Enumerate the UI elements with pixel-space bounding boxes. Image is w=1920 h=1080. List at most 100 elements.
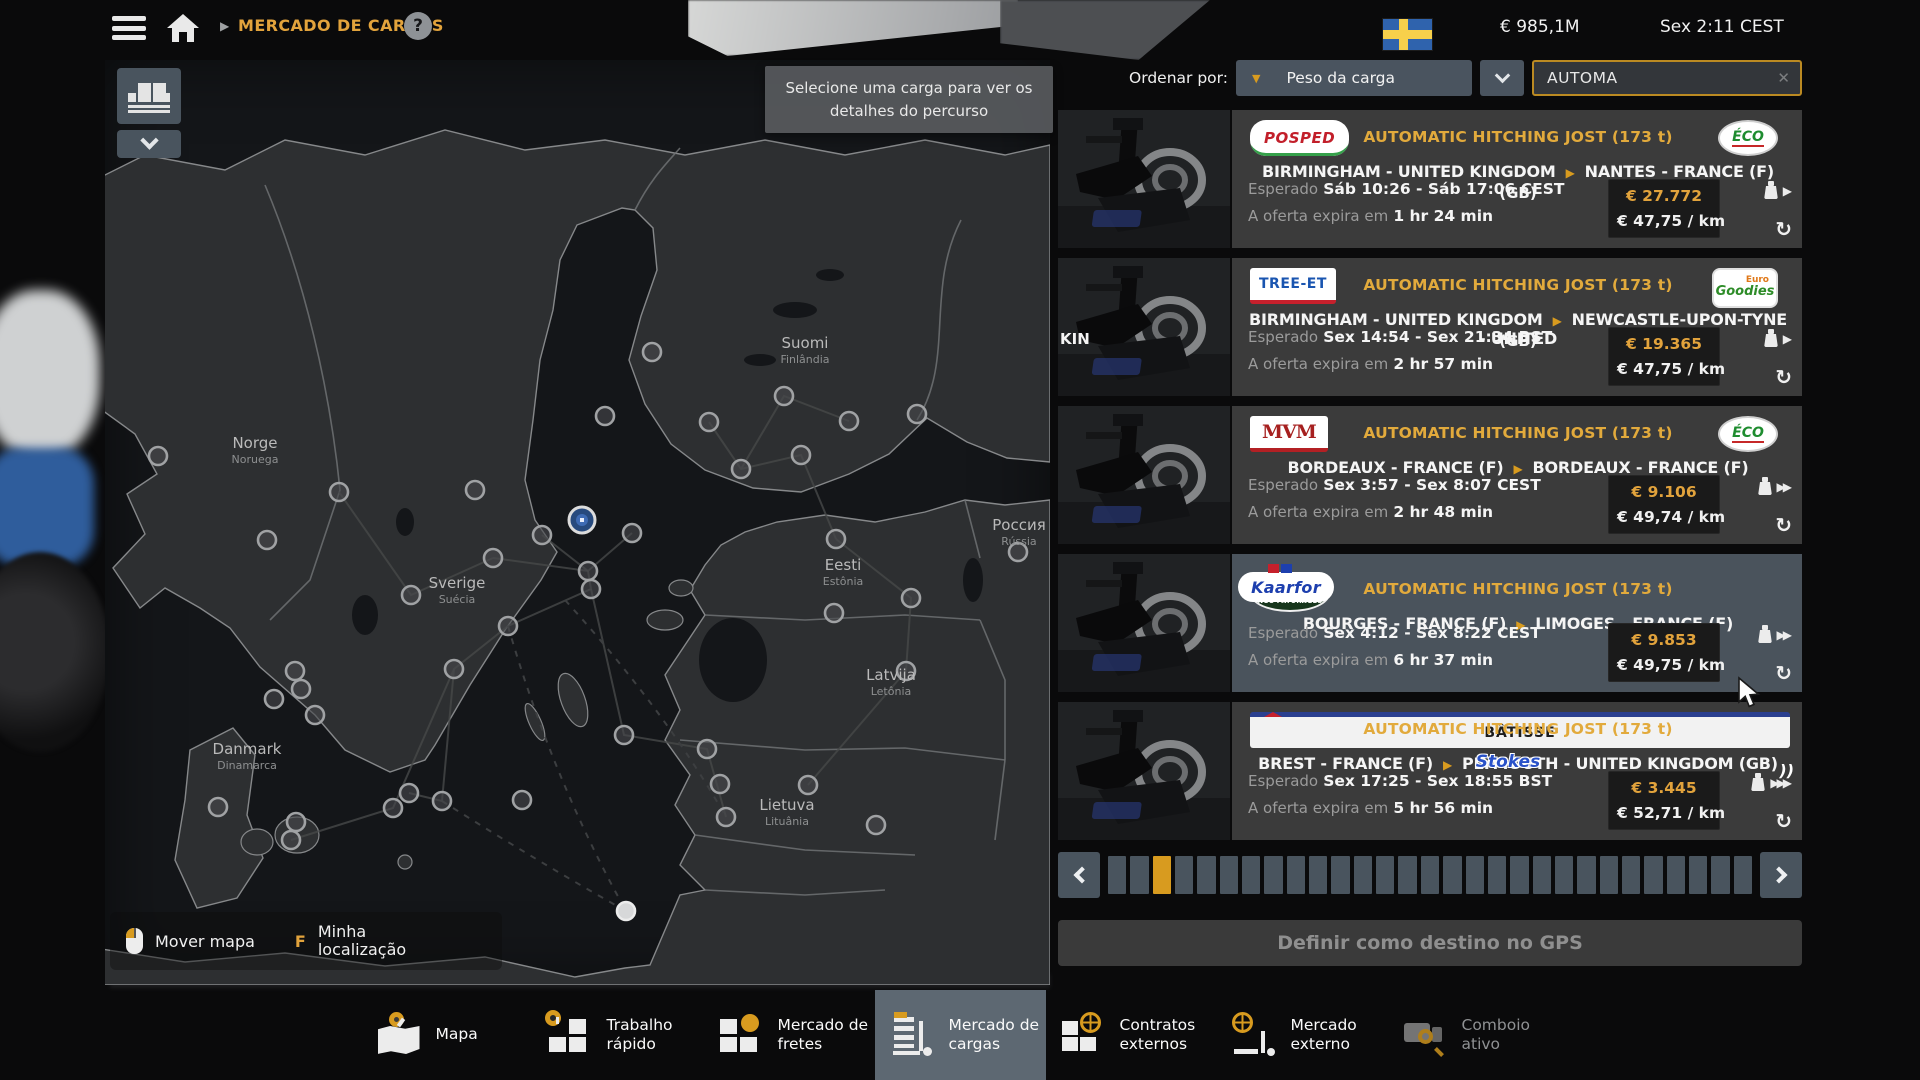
- prev-page-button[interactable]: [1058, 852, 1100, 898]
- page-tick[interactable]: [1398, 856, 1416, 894]
- page-tick[interactable]: [1667, 856, 1685, 894]
- help-icon[interactable]: ?: [404, 12, 432, 40]
- city-marker[interactable]: [533, 526, 551, 544]
- city-marker[interactable]: [265, 690, 283, 708]
- city-marker[interactable]: [287, 813, 305, 831]
- page-tick[interactable]: [1577, 856, 1595, 894]
- city-marker[interactable]: [582, 580, 600, 598]
- page-tick[interactable]: [1376, 856, 1394, 894]
- page-tick[interactable]: [1644, 856, 1662, 894]
- page-tick[interactable]: [1421, 856, 1439, 894]
- city-marker[interactable]: [617, 902, 635, 920]
- page-tick[interactable]: [1130, 856, 1148, 894]
- page-tick[interactable]: [1510, 856, 1528, 894]
- city-marker[interactable]: [484, 549, 502, 567]
- nav-item-contracts[interactable]: Contratos externos: [1046, 990, 1217, 1080]
- cargo-offer-row[interactable]: BÂTISSE AUTOMATIC HITCHING JOST (173 t) …: [1058, 702, 1802, 840]
- city-marker[interactable]: [902, 589, 920, 607]
- sort-dropdown[interactable]: ▼ Peso da carga: [1236, 60, 1472, 96]
- city-marker[interactable]: [579, 562, 597, 580]
- nav-item-cargo[interactable]: Mercado de cargas: [875, 990, 1046, 1080]
- page-tick[interactable]: [1264, 856, 1282, 894]
- city-marker[interactable]: [698, 740, 716, 758]
- menu-icon[interactable]: [112, 16, 146, 40]
- route-loop-icon: ↻: [1775, 809, 1792, 833]
- city-marker[interactable]: [717, 808, 735, 826]
- page-tick[interactable]: [1711, 856, 1729, 894]
- cargo-offer-row[interactable]: NOS PÂTURAGES AUTOMATIC HITCHING JOST (1…: [1058, 554, 1802, 692]
- city-marker[interactable]: [499, 617, 517, 635]
- search-box[interactable]: AUTOMA ✕: [1532, 60, 1802, 96]
- cargo-group-button[interactable]: [117, 68, 181, 124]
- set-gps-destination-button[interactable]: Definir como destino no GPS: [1058, 920, 1802, 966]
- page-tick[interactable]: [1354, 856, 1372, 894]
- city-marker[interactable]: [513, 791, 531, 809]
- page-tick[interactable]: [1309, 856, 1327, 894]
- page-tick[interactable]: [1108, 856, 1126, 894]
- nav-item-convoy[interactable]: Comboio ativo: [1388, 990, 1559, 1080]
- city-marker[interactable]: [615, 726, 633, 744]
- city-marker[interactable]: [867, 816, 885, 834]
- city-marker[interactable]: [286, 662, 304, 680]
- nav-item-quick[interactable]: Trabalho rápido: [533, 990, 704, 1080]
- city-marker[interactable]: [282, 831, 300, 849]
- nav-item-freight[interactable]: Mercado de fretes: [704, 990, 875, 1080]
- city-marker[interactable]: [1009, 543, 1027, 561]
- city-marker[interactable]: [209, 798, 227, 816]
- city-marker[interactable]: [827, 530, 845, 548]
- page-tick[interactable]: [1220, 856, 1238, 894]
- nav-item-extmkt[interactable]: Mercado externo: [1217, 990, 1388, 1080]
- page-tick[interactable]: [1555, 856, 1573, 894]
- page-tick[interactable]: [1443, 856, 1461, 894]
- city-marker[interactable]: [292, 680, 310, 698]
- city-marker[interactable]: [825, 604, 843, 622]
- city-marker[interactable]: [258, 531, 276, 549]
- cargo-offer-row[interactable]: KIN TREE-ET AUTOMATIC HITCHING JOST (173…: [1058, 258, 1802, 396]
- page-tick[interactable]: [1287, 856, 1305, 894]
- city-marker[interactable]: [700, 413, 718, 431]
- page-tick[interactable]: [1533, 856, 1551, 894]
- page-tick[interactable]: [1466, 856, 1484, 894]
- city-marker[interactable]: [466, 481, 484, 499]
- city-marker[interactable]: [384, 799, 402, 817]
- expand-sort-button[interactable]: [1480, 60, 1524, 96]
- cargo-offer-row[interactable]: MVM AUTOMATIC HITCHING JOST (173 t) ÉCO …: [1058, 406, 1802, 544]
- page-tick[interactable]: [1242, 856, 1260, 894]
- city-marker[interactable]: [596, 407, 614, 425]
- page-tick[interactable]: [1197, 856, 1215, 894]
- search-input[interactable]: AUTOMA: [1547, 69, 1777, 87]
- page-tick[interactable]: [1175, 856, 1193, 894]
- city-marker[interactable]: [908, 405, 926, 423]
- city-marker[interactable]: [149, 447, 167, 465]
- city-marker[interactable]: [400, 784, 418, 802]
- nav-item-map[interactable]: Mapa: [362, 990, 533, 1080]
- city-marker[interactable]: [445, 660, 463, 678]
- home-icon[interactable]: [166, 12, 200, 44]
- city-marker[interactable]: [732, 460, 750, 478]
- page-tick[interactable]: [1734, 856, 1752, 894]
- collapse-button[interactable]: [117, 130, 181, 158]
- city-marker[interactable]: [775, 387, 793, 405]
- city-marker[interactable]: [306, 706, 324, 724]
- city-marker[interactable]: [792, 446, 810, 464]
- city-marker[interactable]: [711, 775, 729, 793]
- next-page-button[interactable]: [1760, 852, 1802, 898]
- city-marker[interactable]: [330, 483, 348, 501]
- world-map[interactable]: NorgeNoruegaSverigeSuéciaSuomiFinlândiaE…: [105, 60, 1050, 985]
- city-marker[interactable]: [799, 776, 817, 794]
- city-marker[interactable]: [402, 586, 420, 604]
- game-time: Sex 2:11 CEST: [1660, 17, 1784, 37]
- city-marker[interactable]: [433, 792, 451, 810]
- page-tick[interactable]: [1488, 856, 1506, 894]
- clear-search-icon[interactable]: ✕: [1777, 69, 1790, 87]
- cargo-offer-row[interactable]: POSPED AUTOMATIC HITCHING JOST (173 t) É…: [1058, 110, 1802, 248]
- page-tick[interactable]: [1331, 856, 1349, 894]
- page-tick[interactable]: [1600, 856, 1618, 894]
- page-tick[interactable]: [1622, 856, 1640, 894]
- page-tick[interactable]: [1689, 856, 1707, 894]
- city-marker[interactable]: [840, 412, 858, 430]
- city-marker[interactable]: [643, 343, 661, 361]
- city-marker[interactable]: [623, 524, 641, 542]
- city-marker[interactable]: [897, 662, 915, 680]
- page-tick[interactable]: [1153, 856, 1171, 894]
